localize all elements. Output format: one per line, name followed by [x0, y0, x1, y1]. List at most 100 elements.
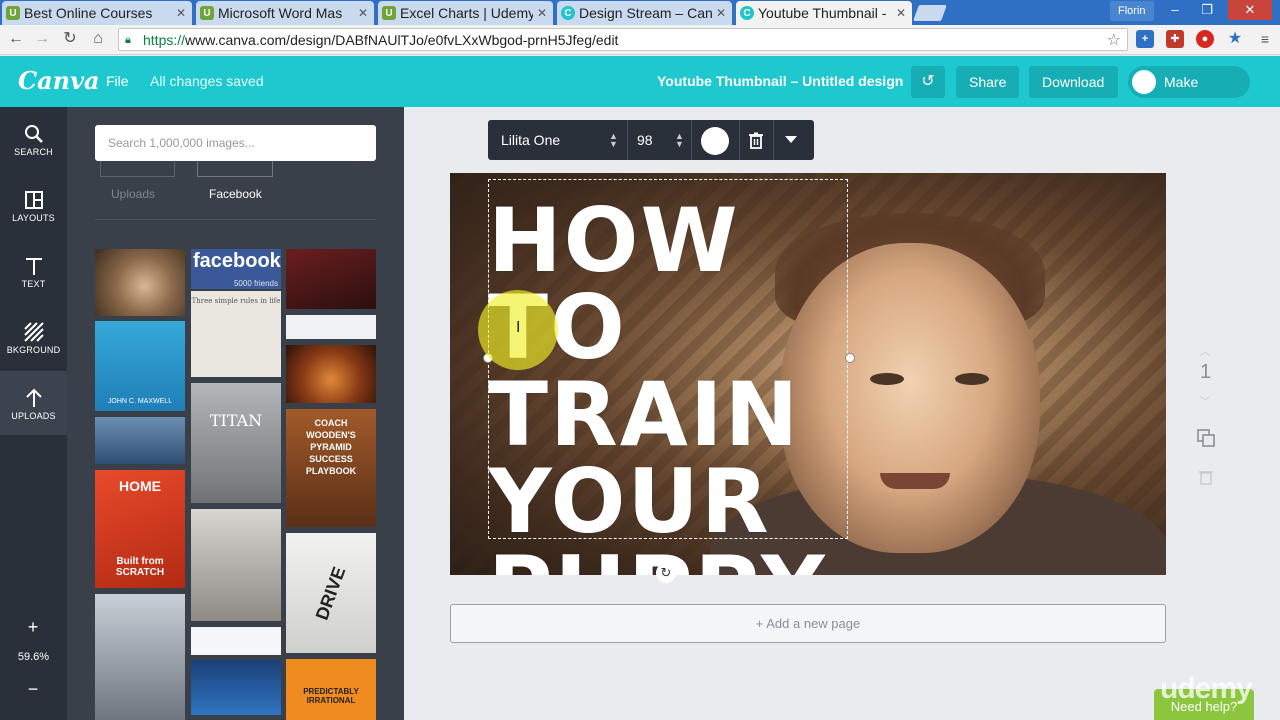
- extension-record-icon[interactable]: ●: [1196, 30, 1214, 48]
- extension-badge-icon[interactable]: ✚: [1166, 30, 1184, 48]
- canva-icon: C: [740, 6, 754, 20]
- facebook-folder-thumb: [197, 159, 273, 177]
- download-button[interactable]: Download: [1029, 66, 1118, 98]
- forward-arrow-icon[interactable]: →: [32, 29, 52, 49]
- toolbar-separator: [739, 120, 740, 160]
- close-icon[interactable]: ✕: [176, 6, 186, 20]
- zoom-in-button[interactable]: +: [22, 616, 44, 638]
- sidebar-item-text[interactable]: TEXT: [0, 239, 67, 303]
- layouts-icon: [24, 191, 43, 209]
- design-workspace: Lilita One ▲▼ 98 ▲▼ HOW TO TRAIN YOUR PU…: [404, 107, 1280, 720]
- text-icon: [25, 258, 42, 275]
- thumbnail-caption: JOHN C. MAXWELL: [107, 398, 173, 405]
- undo-button[interactable]: ↺: [911, 66, 945, 98]
- maximize-icon[interactable]: ❐: [1192, 0, 1222, 20]
- minimize-icon[interactable]: –: [1160, 0, 1190, 20]
- chevron-down-icon[interactable]: [785, 136, 797, 143]
- image-search-input[interactable]: Search 1,000,000 images...: [95, 125, 376, 161]
- image-thumbnail[interactable]: facebook 5000 friends: [191, 249, 281, 289]
- image-thumbnail[interactable]: [286, 345, 376, 403]
- tab-label: Design Stream – Can: [579, 5, 712, 21]
- trash-icon[interactable]: [747, 131, 765, 149]
- image-thumbnail[interactable]: [286, 249, 376, 309]
- copy-page-icon[interactable]: [1197, 429, 1215, 447]
- page-up-chevron-icon[interactable]: ︿: [1200, 343, 1210, 358]
- page-down-chevron-icon[interactable]: ﹀: [1200, 393, 1210, 408]
- close-icon[interactable]: ✕: [896, 6, 906, 20]
- undo-icon: ↺: [921, 73, 935, 90]
- font-size-input[interactable]: 98: [637, 132, 653, 148]
- new-tab-button[interactable]: [913, 5, 947, 21]
- sidebar-item-label: UPLOADS: [11, 411, 56, 421]
- bookmark-star-icon[interactable]: ☆: [1107, 30, 1121, 50]
- browser-tab-1[interactable]: U Best Online Courses ✕: [2, 1, 192, 25]
- browser-tab-strip: U Best Online Courses ✕ U Microsoft Word…: [0, 0, 1280, 25]
- font-select-arrows-icon[interactable]: ▲ ▼: [609, 132, 618, 149]
- sidebar-item-search[interactable]: SEARCH: [0, 107, 67, 171]
- image-thumbnail[interactable]: HOME Built from SCRATCH: [95, 470, 185, 588]
- extension-plus-icon[interactable]: +: [1136, 30, 1154, 48]
- back-arrow-icon[interactable]: ←: [6, 29, 26, 49]
- upload-icon: [25, 388, 42, 407]
- window-close-icon[interactable]: ✕: [1228, 0, 1272, 20]
- make-public-toggle[interactable]: Make public: [1128, 66, 1250, 122]
- image-thumbnail[interactable]: TITAN: [191, 383, 281, 503]
- browser-tab-3[interactable]: U Excel Charts | Udemy ✕: [378, 1, 553, 25]
- thumbnail-caption: Three simple rules in life: [191, 297, 281, 305]
- address-bar[interactable]: 🔒︎ https://www.canva.com/design/DABfNAUl…: [118, 28, 1128, 51]
- delete-page-icon[interactable]: [1199, 469, 1213, 485]
- toggle-knob: [1132, 70, 1156, 94]
- resize-handle-right[interactable]: [845, 353, 855, 363]
- image-thumbnail[interactable]: [191, 660, 281, 715]
- extension-star-icon[interactable]: ★: [1226, 30, 1244, 48]
- thumbnail-caption: PREDICTABLY IRRATIONAL: [303, 687, 359, 705]
- image-thumbnail[interactable]: [95, 594, 185, 720]
- close-icon[interactable]: ✕: [358, 6, 368, 20]
- text-color-picker[interactable]: [701, 127, 729, 155]
- subtab-facebook[interactable]: Facebook: [209, 187, 262, 201]
- browser-user-chip[interactable]: Florin: [1110, 1, 1154, 21]
- add-new-page-button[interactable]: + Add a new page: [450, 604, 1166, 643]
- rotate-handle-icon[interactable]: ↻: [656, 563, 676, 583]
- browser-tab-5[interactable]: C Youtube Thumbnail - ✕: [736, 1, 912, 25]
- image-thumbnail[interactable]: [191, 509, 281, 621]
- tab-label: Excel Charts | Udemy: [400, 5, 533, 21]
- udemy-icon: U: [200, 6, 214, 20]
- image-thumbnail[interactable]: [191, 627, 281, 655]
- file-menu[interactable]: File: [106, 73, 129, 89]
- sidebar-item-uploads[interactable]: UPLOADS: [0, 371, 67, 435]
- left-sidebar: SEARCH LAYOUTS TEXT BKGROUND UPLOADS + 5…: [0, 107, 67, 720]
- browser-tab-4[interactable]: C Design Stream – Can ✕: [557, 1, 732, 25]
- image-thumbnail[interactable]: DRIVE: [286, 533, 376, 653]
- close-icon[interactable]: ✕: [716, 6, 726, 20]
- font-family-select[interactable]: Lilita One: [501, 132, 560, 148]
- image-thumbnail[interactable]: PREDICTABLY IRRATIONAL: [286, 659, 376, 720]
- image-thumbnail[interactable]: [286, 315, 376, 339]
- zoom-out-button[interactable]: −: [22, 678, 44, 700]
- canva-icon: C: [561, 6, 575, 20]
- font-size-stepper-icon[interactable]: ▲ ▼: [675, 132, 684, 149]
- subtab-uploads[interactable]: Uploads: [111, 187, 155, 201]
- menu-icon[interactable]: ≡: [1256, 30, 1274, 48]
- canva-logo[interactable]: Canva: [18, 66, 100, 95]
- udemy-icon: U: [382, 6, 396, 20]
- url-path: www.canva.com/design/DABfNAUlTJo/e0fvLXx…: [185, 31, 619, 48]
- page-number: 1: [1200, 361, 1212, 383]
- close-icon[interactable]: ✕: [537, 6, 547, 20]
- sidebar-item-background[interactable]: BKGROUND: [0, 305, 67, 369]
- image-thumbnail[interactable]: Three simple rules in life: [191, 291, 281, 377]
- background-icon: [23, 322, 44, 342]
- document-title[interactable]: Youtube Thumbnail – Untitled design: [657, 73, 903, 89]
- share-button[interactable]: Share: [956, 66, 1019, 98]
- sidebar-item-label: TEXT: [21, 279, 46, 289]
- reload-icon[interactable]: ↻: [60, 29, 80, 49]
- browser-tab-2[interactable]: U Microsoft Word Mas ✕: [196, 1, 374, 25]
- sidebar-item-layouts[interactable]: LAYOUTS: [0, 173, 67, 237]
- browser-toolbar: ← → ↻ ⌂ 🔒︎ https://www.canva.com/design/…: [0, 25, 1280, 55]
- udemy-watermark: udemy: [1160, 672, 1253, 705]
- image-thumbnail[interactable]: COACH WOODEN'S PYRAMID SUCCESS PLAYBOOK: [286, 409, 376, 527]
- image-thumbnail[interactable]: JOHN C. MAXWELL: [95, 321, 185, 411]
- home-icon[interactable]: ⌂: [88, 29, 108, 49]
- image-thumbnail[interactable]: [95, 249, 185, 316]
- image-thumbnail[interactable]: [95, 417, 185, 464]
